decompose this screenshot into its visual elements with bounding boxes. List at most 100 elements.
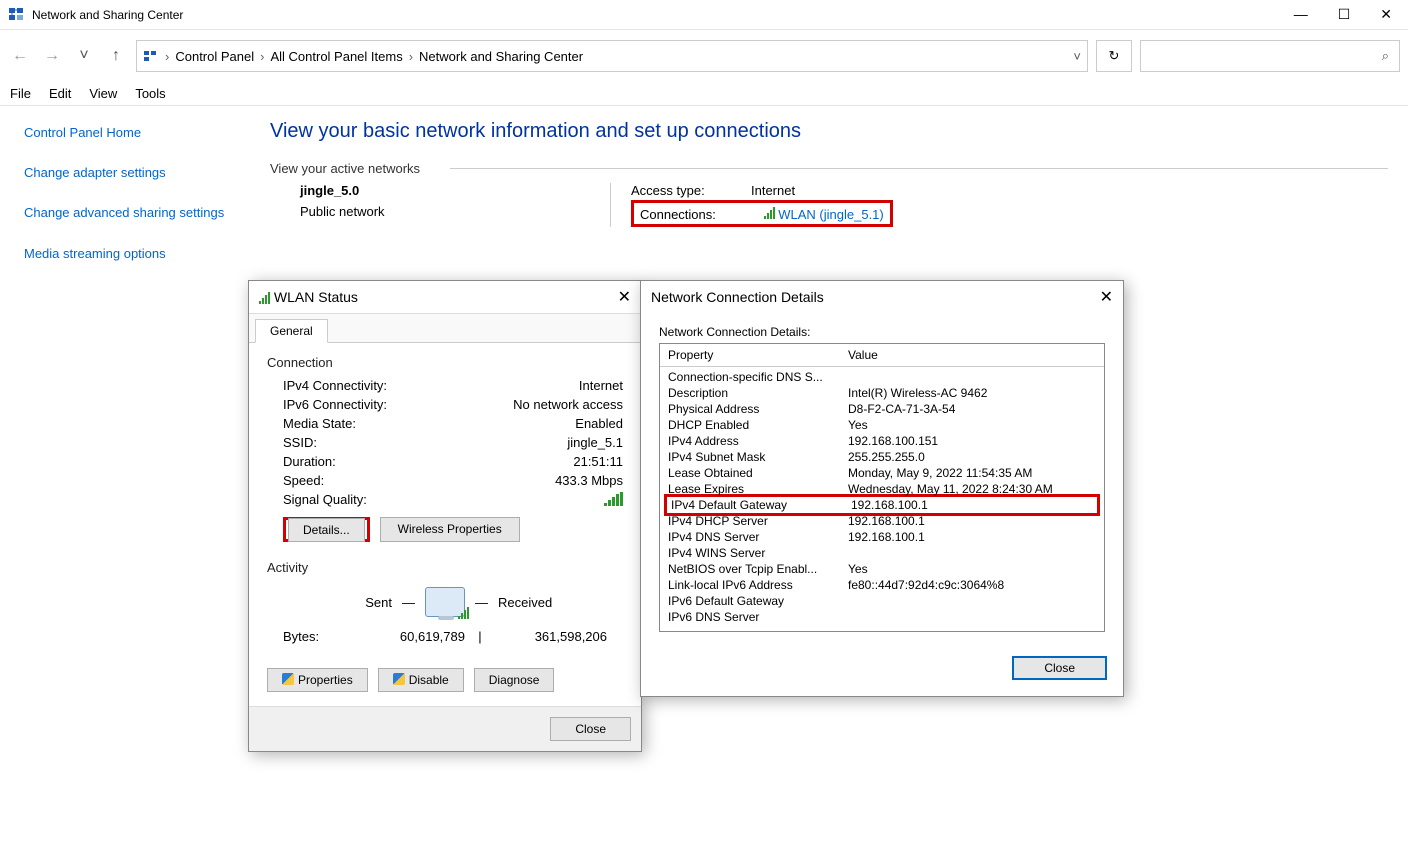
diagnose-button[interactable]: Diagnose	[474, 668, 555, 692]
ssid-value: jingle_5.1	[503, 435, 623, 450]
breadcrumb-3[interactable]: Network and Sharing Center	[419, 49, 583, 64]
table-row[interactable]: IPv4 DNS Server192.168.100.1	[668, 529, 1096, 545]
signal-quality-label: Signal Quality:	[283, 492, 503, 509]
up-button[interactable]: ↑	[104, 47, 128, 65]
menu-tools[interactable]: Tools	[135, 86, 165, 101]
details-highlight: Details...	[283, 517, 370, 542]
properties-button[interactable]: Properties	[267, 668, 368, 692]
back-button[interactable]: ←	[8, 47, 32, 65]
details-button[interactable]: Details...	[288, 518, 365, 542]
details-close-button[interactable]: Close	[1012, 656, 1107, 680]
duration-label: Duration:	[283, 454, 503, 469]
address-bar[interactable]: › Control Panel › All Control Panel Item…	[136, 40, 1088, 72]
table-row[interactable]: Lease ObtainedMonday, May 9, 2022 11:54:…	[668, 465, 1096, 481]
value-cell: 192.168.100.1	[851, 498, 1093, 512]
recent-dropdown[interactable]: ˅	[72, 47, 96, 65]
menu-bar: File Edit View Tools	[0, 82, 1408, 106]
table-row[interactable]: Connection-specific DNS S...	[668, 369, 1096, 385]
address-dropdown[interactable]: ˅	[1073, 49, 1081, 64]
menu-edit[interactable]: Edit	[49, 86, 71, 101]
table-row[interactable]: IPv4 Default Gateway192.168.100.1	[671, 497, 1093, 513]
prop-cell: Physical Address	[668, 402, 848, 416]
table-row[interactable]: IPv6 Default Gateway	[668, 593, 1096, 609]
table-row[interactable]: Lease ExpiresWednesday, May 11, 2022 8:2…	[668, 481, 1096, 497]
wlan-icon	[259, 290, 270, 304]
prop-cell: Connection-specific DNS S...	[668, 370, 848, 384]
page-header: View your basic network information and …	[270, 120, 1388, 143]
connection-link[interactable]: WLAN (jingle_5.1)	[778, 207, 884, 222]
col-property: Property	[668, 348, 848, 362]
activity-signal-icon	[458, 605, 469, 619]
table-row[interactable]: Physical AddressD8-F2-CA-71-3A-54	[668, 401, 1096, 417]
value-cell	[848, 546, 1096, 560]
shield-icon	[393, 673, 405, 685]
details-label: Network Connection Details:	[659, 325, 1105, 339]
link-cp-home[interactable]: Control Panel Home	[24, 124, 226, 142]
window-title: Network and Sharing Center	[32, 8, 183, 22]
table-row[interactable]: DescriptionIntel(R) Wireless-AC 9462	[668, 385, 1096, 401]
details-title: Network Connection Details	[651, 289, 824, 305]
value-cell: 192.168.100.1	[848, 530, 1096, 544]
close-button[interactable]: ✕	[1380, 6, 1392, 23]
wlan-close-button[interactable]: Close	[550, 717, 631, 741]
received-label: Received	[498, 595, 607, 610]
refresh-button[interactable]: ↻	[1096, 40, 1132, 72]
bytes-received: 361,598,206	[495, 629, 607, 644]
prop-cell: DHCP Enabled	[668, 418, 848, 432]
shield-icon	[282, 673, 294, 685]
link-media-streaming[interactable]: Media streaming options	[24, 245, 226, 263]
maximize-button[interactable]: ☐	[1338, 6, 1351, 23]
location-icon	[143, 48, 159, 64]
tab-general[interactable]: General	[255, 319, 328, 343]
breadcrumb-1[interactable]: Control Panel	[175, 49, 254, 64]
prop-cell: IPv4 DNS Server	[668, 530, 848, 544]
table-row[interactable]: NetBIOS over Tcpip Enabl...Yes	[668, 561, 1096, 577]
link-adapter-settings[interactable]: Change adapter settings	[24, 164, 226, 182]
minimize-button[interactable]: —	[1294, 6, 1308, 23]
access-type-value: Internet	[751, 183, 795, 198]
value-cell: 192.168.100.1	[848, 514, 1096, 528]
table-row[interactable]: IPv4 WINS Server	[668, 545, 1096, 561]
app-icon	[8, 7, 24, 23]
connection-group-label: Connection	[267, 355, 623, 370]
ipv4-conn-label: IPv4 Connectivity:	[283, 378, 503, 393]
wlan-close-x[interactable]: ✕	[618, 287, 631, 307]
table-row[interactable]: Link-local IPv6 Addressfe80::44d7:92d4:c…	[668, 577, 1096, 593]
prop-cell: IPv4 Default Gateway	[671, 498, 851, 512]
signal-icon	[764, 205, 775, 219]
prop-cell: IPv4 WINS Server	[668, 546, 848, 560]
menu-file[interactable]: File	[10, 86, 31, 101]
prop-cell: IPv4 Subnet Mask	[668, 450, 848, 464]
wireless-properties-button[interactable]: Wireless Properties	[380, 517, 520, 542]
speed-value: 433.3 Mbps	[503, 473, 623, 488]
menu-view[interactable]: View	[89, 86, 117, 101]
col-value: Value	[848, 348, 878, 362]
duration-value: 21:51:11	[503, 454, 623, 469]
prop-cell: Lease Obtained	[668, 466, 848, 480]
table-row[interactable]: DHCP EnabledYes	[668, 417, 1096, 433]
link-advanced-sharing[interactable]: Change advanced sharing settings	[24, 204, 226, 222]
table-row[interactable]: IPv6 DNS Server	[668, 609, 1096, 625]
disable-button[interactable]: Disable	[378, 668, 464, 692]
prop-cell: Lease Expires	[668, 482, 848, 496]
table-row[interactable]: IPv4 Address192.168.100.151	[668, 433, 1096, 449]
value-cell: fe80::44d7:92d4:c9c:3064%8	[848, 578, 1096, 592]
value-cell: 255.255.255.0	[848, 450, 1096, 464]
prop-cell: Description	[668, 386, 848, 400]
value-cell: Yes	[848, 418, 1096, 432]
signal-quality-icon	[604, 492, 623, 506]
details-close-x[interactable]: ✕	[1100, 287, 1113, 307]
value-cell: Yes	[848, 562, 1096, 576]
connections-label: Connections:	[640, 207, 760, 222]
title-bar: Network and Sharing Center — ☐ ✕	[0, 0, 1408, 30]
value-cell: Monday, May 9, 2022 11:54:35 AM	[848, 466, 1096, 480]
table-row[interactable]: IPv4 Subnet Mask255.255.255.0	[668, 449, 1096, 465]
sidebar: Control Panel Home Change adapter settin…	[0, 106, 250, 303]
breadcrumb-2[interactable]: All Control Panel Items	[270, 49, 402, 64]
forward-button[interactable]: →	[40, 47, 64, 65]
search-box[interactable]: ⌕	[1140, 40, 1400, 72]
wlan-status-dialog: WLAN Status ✕ General Connection IPv4 Co…	[248, 280, 642, 752]
bytes-label: Bytes:	[283, 629, 353, 644]
prop-cell: IPv6 DNS Server	[668, 610, 848, 624]
table-row[interactable]: IPv4 DHCP Server192.168.100.1	[668, 513, 1096, 529]
